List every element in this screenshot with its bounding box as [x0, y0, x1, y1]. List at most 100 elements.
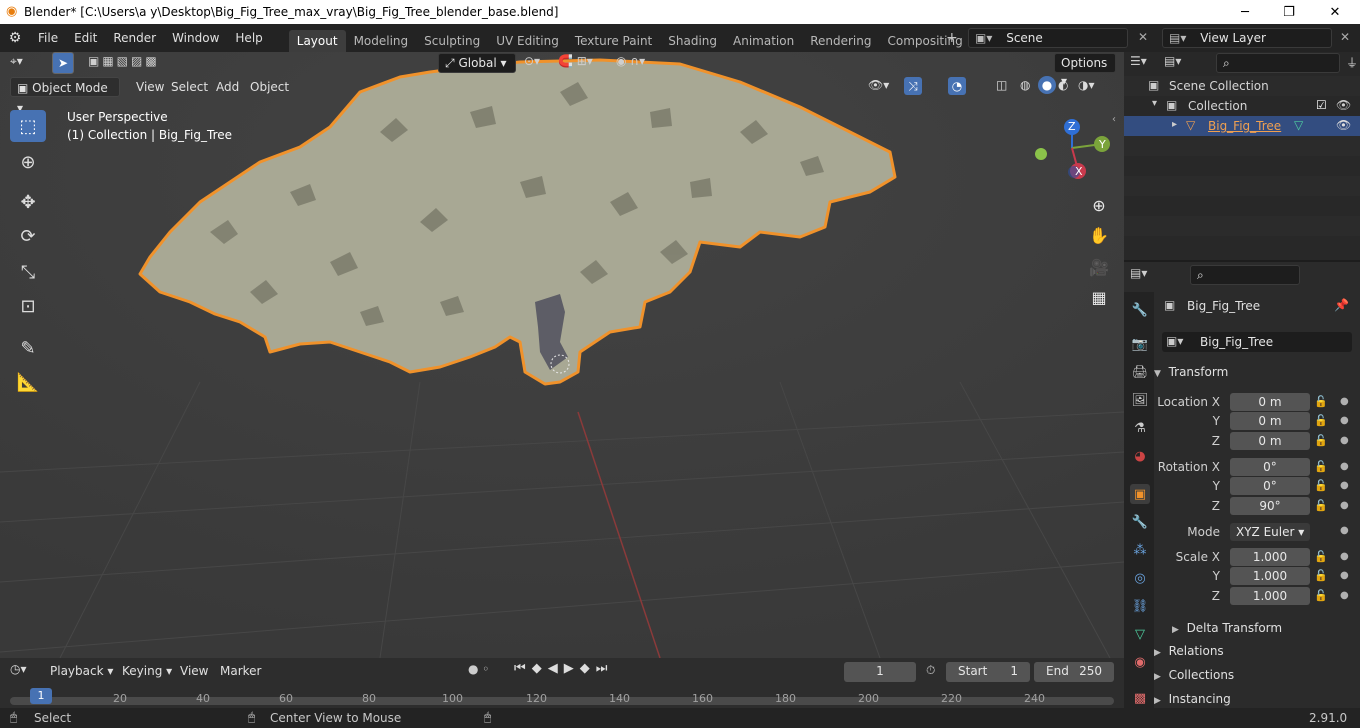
location-y-field[interactable]: 0 m [1230, 412, 1310, 430]
lock-icon[interactable]: 🔓 [1314, 460, 1328, 473]
tab-shading[interactable]: Shading [660, 30, 725, 52]
marker-menu[interactable]: Marker [214, 661, 267, 681]
proportional-edit-icon[interactable]: ◉ ∩▾ [616, 54, 645, 68]
keyframe-icon[interactable]: ● [1340, 590, 1349, 601]
menu-help[interactable]: Help [227, 24, 270, 52]
tab-rendering[interactable]: Rendering [802, 30, 879, 52]
auto-keying-icon[interactable]: ● ◦ [468, 662, 489, 676]
annotate-tool-button[interactable]: ✎ [10, 332, 46, 364]
transform-panel-header[interactable]: ▼ Transform [1154, 361, 1354, 383]
view-layer-selector[interactable]: ▤▾ View Layer [1162, 28, 1332, 48]
rendered-shading-icon[interactable]: ◑▾ [1078, 78, 1095, 92]
overlay-toggle-icon[interactable]: ◔ [948, 77, 966, 95]
select-tool-button[interactable]: ⬚ [10, 110, 46, 142]
outliner-row-collection[interactable]: ▾ ▣ Collection ☑ 👁 [1124, 96, 1360, 116]
cursor-tool-button[interactable]: ⊕ [10, 146, 46, 178]
rotation-mode-dropdown[interactable]: XYZ Euler ▾ [1230, 523, 1310, 541]
object-menu[interactable]: Object [244, 77, 295, 97]
physics-tab-icon[interactable]: ◎ [1130, 568, 1150, 588]
menu-file[interactable]: File [30, 24, 66, 52]
sidebar-toggle-icon[interactable]: ‹ [1112, 114, 1116, 125]
delta-transform-header[interactable]: ▶ Delta Transform [1172, 617, 1360, 639]
add-menu[interactable]: Add [210, 77, 245, 97]
selection-mode-icons[interactable]: ▣▦▧▨▩ [88, 54, 184, 72]
keyframe-icon[interactable]: ● [1340, 500, 1349, 511]
scale-tool-button[interactable]: ⤡ [10, 256, 46, 288]
ortho-toggle-button[interactable]: ▦ [1086, 284, 1112, 310]
display-mode-icon[interactable]: ▤▾ [1164, 54, 1181, 68]
menu-render[interactable]: Render [105, 24, 164, 52]
properties-search-input[interactable]: ⌕ [1190, 265, 1300, 285]
location-x-field[interactable]: 0 m [1230, 393, 1310, 411]
rotate-tool-button[interactable]: ⟳ [10, 220, 46, 252]
zoom-button[interactable]: ⊕ [1086, 192, 1112, 218]
gizmo-toggle-icon[interactable]: ⤨ [904, 77, 922, 95]
transform-tool-button[interactable]: ⊡ [10, 290, 46, 322]
lock-icon[interactable]: 🔓 [1314, 395, 1328, 408]
keyframe-icon[interactable]: ● [1340, 570, 1349, 581]
end-frame-field[interactable]: End 250 [1034, 662, 1114, 682]
tab-texture-paint[interactable]: Texture Paint [567, 30, 660, 52]
preview-range-icon[interactable]: ⏱ [926, 663, 935, 678]
mesh-data-tab-icon[interactable]: ▽ [1130, 624, 1150, 644]
pan-button[interactable]: ✋ [1086, 222, 1112, 248]
tab-modeling[interactable]: Modeling [346, 30, 417, 52]
collections-header[interactable]: ▶ Collections [1154, 664, 1354, 686]
scale-y-field[interactable]: 1.000 [1230, 567, 1310, 585]
rotation-y-field[interactable]: 0° [1230, 477, 1310, 495]
filter-icon[interactable]: ⏚ [1346, 54, 1358, 71]
playback-menu[interactable]: Playback ▾ [44, 661, 119, 681]
visibility-icon[interactable]: 👁▾ [868, 78, 889, 92]
outliner-search-input[interactable]: ⌕ [1216, 53, 1340, 73]
lock-icon[interactable]: 🔓 [1314, 499, 1328, 512]
outliner-editor-icon[interactable]: ☰▾ [1130, 54, 1147, 68]
start-frame-field[interactable]: Start 1 [946, 662, 1030, 682]
3d-viewport[interactable]: ▣ Object Mode ▾ View Select Add Object ⌖… [0, 52, 1124, 658]
pin-icon[interactable]: 📌 [1334, 298, 1349, 312]
blender-menu-icon[interactable]: ⚙ [0, 30, 30, 46]
expand-icon[interactable]: ▸ [1172, 119, 1177, 130]
wireframe-shading-icon[interactable]: ◍ [1020, 78, 1030, 92]
maximize-button[interactable]: ❐ [1266, 0, 1312, 24]
view-layer-tab-icon[interactable]: 🖼 [1130, 390, 1150, 410]
output-tab-icon[interactable]: 🖨 [1130, 362, 1150, 382]
pivot-point-icon[interactable]: ⊙▾ [524, 54, 540, 68]
measure-tool-button[interactable]: 📐 [10, 366, 46, 398]
select-menu[interactable]: Select [165, 77, 214, 97]
editor-type-icon[interactable]: ⌖▾ [10, 54, 40, 72]
tab-layout[interactable]: Layout [288, 30, 346, 52]
camera-view-button[interactable]: 🎥 [1086, 254, 1112, 280]
scale-z-field[interactable]: 1.000 [1230, 587, 1310, 605]
scene-tab-icon[interactable]: ⚗ [1130, 418, 1150, 438]
move-tool-button[interactable]: ✥ [10, 186, 46, 218]
snap-icon[interactable]: 🧲 ⊞▾ [558, 54, 593, 68]
properties-editor-icon[interactable]: ▤▾ [1130, 266, 1147, 280]
keyframe-icon[interactable]: ● [1340, 461, 1349, 472]
tab-sculpting[interactable]: Sculpting [416, 30, 488, 52]
rotation-x-field[interactable]: 0° [1230, 458, 1310, 476]
lock-icon[interactable]: 🔓 [1314, 434, 1328, 447]
outliner-row-object[interactable]: ▸ ▽ Big_Fig_Tree ▽ 👁 [1124, 116, 1360, 136]
menu-edit[interactable]: Edit [66, 24, 105, 52]
material-shading-icon[interactable]: ◐ [1058, 78, 1068, 92]
lock-icon[interactable]: 🔓 [1314, 479, 1328, 492]
exclude-checkbox[interactable]: ☑ [1316, 98, 1327, 112]
lock-icon[interactable]: 🔓 [1314, 550, 1328, 563]
xray-toggle-icon[interactable]: ◫ [996, 78, 1007, 92]
relations-header[interactable]: ▶ Relations [1154, 640, 1354, 662]
keying-menu[interactable]: Keying ▾ [116, 661, 178, 681]
tab-animation[interactable]: Animation [725, 30, 802, 52]
lock-icon[interactable]: 🔓 [1314, 589, 1328, 602]
playhead-marker[interactable]: 1 [30, 688, 52, 704]
add-workspace-icon[interactable]: + [946, 30, 958, 46]
transform-orientation-dropdown[interactable]: ⤢ Global ▾ [438, 53, 516, 73]
solid-shading-icon[interactable]: ● [1038, 76, 1056, 94]
render-tab-icon[interactable]: 📷 [1130, 334, 1150, 354]
outliner-row-scene[interactable]: ▣ Scene Collection [1124, 76, 1360, 96]
options-dropdown[interactable]: Options ▾ [1054, 53, 1116, 88]
rotation-z-field[interactable]: 90° [1230, 497, 1310, 515]
keyframe-icon[interactable]: ● [1340, 435, 1349, 446]
object-tab-icon[interactable]: ▣ [1130, 484, 1150, 504]
constraints-tab-icon[interactable]: ⛓ [1130, 596, 1150, 616]
keyframe-icon[interactable]: ● [1340, 480, 1349, 491]
